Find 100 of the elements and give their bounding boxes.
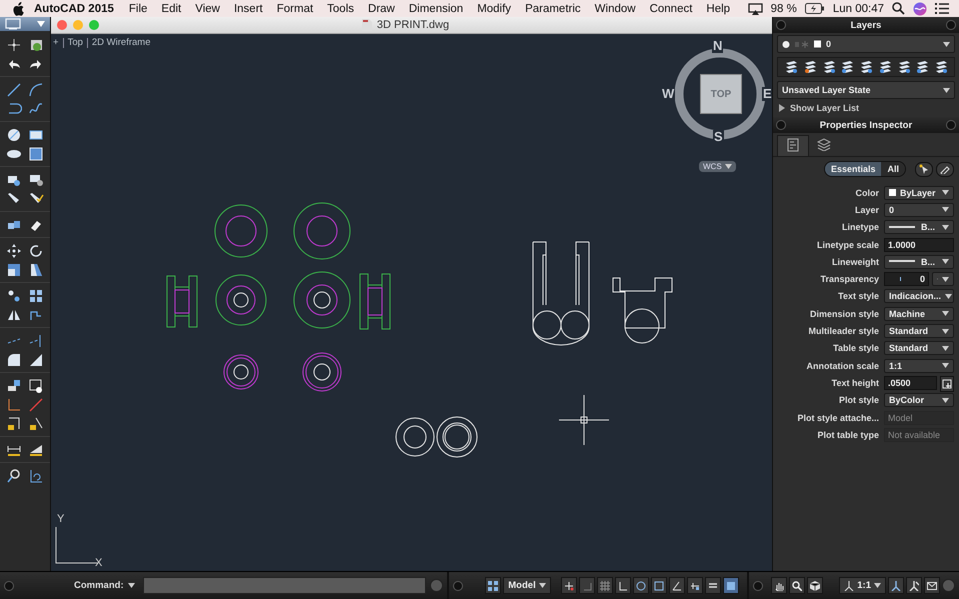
annotation-autoscale-button[interactable] <box>906 577 922 594</box>
assistant-orb-icon[interactable] <box>913 2 927 16</box>
property-dropdown[interactable]: 0 <box>884 202 954 217</box>
property-dropdown[interactable]: B... <box>884 220 954 234</box>
window-zoom-icon[interactable] <box>28 378 44 394</box>
menu-item[interactable]: Modify <box>477 2 512 14</box>
property-dropdown[interactable]: B... <box>884 254 954 269</box>
layer-stack-icon[interactable] <box>802 60 817 74</box>
grid-button[interactable] <box>596 577 613 594</box>
pick-button[interactable] <box>940 376 954 392</box>
quick-select-button[interactable] <box>915 162 933 176</box>
line-icon[interactable] <box>6 82 22 98</box>
property-field[interactable]: .0500 <box>884 376 937 390</box>
annotation-scale-dropdown[interactable]: 1:1 <box>839 577 886 594</box>
app-menu[interactable]: AutoCAD 2015 <box>34 2 114 14</box>
filter-tab[interactable]: Essentials <box>824 162 882 176</box>
menu-item[interactable]: Edit <box>161 2 182 14</box>
property-dropdown[interactable]: Indicacion... <box>884 289 954 304</box>
layer-stack-icon[interactable] <box>822 60 836 74</box>
square-button[interactable] <box>650 577 667 594</box>
list-icon[interactable] <box>935 3 949 14</box>
property-dropdown[interactable]: 1:1 <box>884 358 954 373</box>
ucs-dropdown[interactable]: WCS <box>699 161 736 172</box>
menu-item[interactable]: Dimension <box>408 2 464 14</box>
stretch-icon[interactable] <box>28 262 44 278</box>
menu-item[interactable]: Insert <box>234 2 263 14</box>
panel-knob[interactable] <box>776 120 786 130</box>
arc-icon[interactable] <box>28 82 44 98</box>
pick-button[interactable] <box>936 162 954 176</box>
layout-grid-button[interactable] <box>485 577 502 594</box>
compass-label[interactable]: E <box>762 87 772 101</box>
panel-knob[interactable] <box>946 20 956 30</box>
rotate-icon[interactable] <box>28 243 44 259</box>
layer-stack-icon[interactable] <box>784 60 798 74</box>
chamfer-icon[interactable] <box>28 352 44 368</box>
property-dropdown[interactable]: ByColor <box>884 393 954 408</box>
transparency-field[interactable]: 0 <box>884 272 929 286</box>
clock[interactable]: Lun 00:47 <box>832 2 884 14</box>
show-layer-list-toggle[interactable]: Show Layer List <box>773 101 959 117</box>
menu-item[interactable]: View <box>195 2 220 14</box>
angular-dimension-icon[interactable] <box>28 442 44 458</box>
property-dropdown[interactable]: Standard <box>884 324 954 338</box>
layer-stack-icon[interactable] <box>840 60 854 74</box>
menu-item[interactable]: Connect <box>650 2 692 14</box>
layer-stack-icon[interactable] <box>896 60 910 74</box>
viewport-control[interactable]: Top <box>68 37 83 48</box>
drawing-canvas[interactable]: + Top 2D Wireframe Y X N W TOP E S WCS <box>51 34 772 571</box>
model-dropdown[interactable]: Model <box>503 577 551 594</box>
menu-item[interactable]: Tools <box>327 2 354 14</box>
zoom-icon[interactable] <box>6 468 22 484</box>
image-icon[interactable] <box>28 37 44 53</box>
layer-block-icon[interactable] <box>6 378 22 394</box>
move-arrows-icon[interactable] <box>6 243 22 259</box>
square-icon[interactable] <box>28 146 44 162</box>
polar-button[interactable] <box>632 577 649 594</box>
menu-item[interactable]: File <box>128 2 148 14</box>
apple-logo-icon[interactable] <box>12 2 24 16</box>
panel-knob[interactable] <box>453 580 464 590</box>
point-icon[interactable] <box>6 37 22 53</box>
layer-stack-icon[interactable] <box>878 60 892 74</box>
circle-icon[interactable] <box>6 127 22 143</box>
dots-icon[interactable] <box>6 288 22 304</box>
close-button[interactable] <box>57 20 67 30</box>
cube-button[interactable] <box>807 577 824 594</box>
compass-label[interactable]: S <box>713 130 724 144</box>
fillet-icon[interactable] <box>6 352 22 368</box>
annotation-visibility-button[interactable] <box>888 577 904 594</box>
hand-button[interactable] <box>771 577 788 594</box>
panel-knob[interactable] <box>753 580 764 590</box>
layer-state-dropdown[interactable]: Unsaved Layer State <box>777 81 955 99</box>
ucs-icon[interactable] <box>28 468 44 484</box>
locked-angle-icon[interactable] <box>28 416 44 432</box>
panel-knob[interactable] <box>776 20 786 30</box>
palette-selector[interactable] <box>0 17 50 31</box>
property-dropdown[interactable]: Machine <box>884 306 954 321</box>
panel-knob[interactable] <box>946 120 956 130</box>
block-icon[interactable] <box>28 172 44 188</box>
envelope-button[interactable] <box>924 577 940 594</box>
corner-button[interactable] <box>578 577 595 594</box>
property-field[interactable]: 1.0000 <box>884 238 954 252</box>
viewport-control[interactable]: + <box>53 37 59 48</box>
lineweight-button[interactable] <box>704 577 721 594</box>
axis-line-icon[interactable] <box>6 397 22 413</box>
menu-item[interactable]: Parametric <box>525 2 581 14</box>
locked-frame-icon[interactable] <box>6 416 22 432</box>
menu-item[interactable]: Window <box>594 2 636 14</box>
scale-icon[interactable] <box>6 262 22 278</box>
grid-icon[interactable] <box>28 288 44 304</box>
property-dropdown[interactable]: ByLayer <box>884 186 954 200</box>
menu-item[interactable]: Help <box>706 2 730 14</box>
angle-button[interactable] <box>668 577 685 594</box>
inspector-tab[interactable] <box>777 135 809 156</box>
viewport-control[interactable]: 2D Wireframe <box>92 37 150 48</box>
selection-button[interactable] <box>722 577 739 594</box>
zoom-button[interactable] <box>789 577 806 594</box>
layer-stack-icon[interactable] <box>934 60 948 74</box>
diagonal-line-icon[interactable] <box>28 397 44 413</box>
cursor-button[interactable] <box>560 577 577 594</box>
compass-label[interactable]: W <box>661 87 676 101</box>
menu-item[interactable]: Draw <box>368 2 395 14</box>
